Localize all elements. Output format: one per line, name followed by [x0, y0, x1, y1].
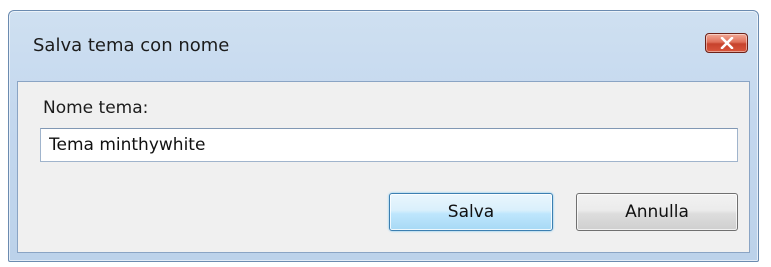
save-button[interactable]: Salva: [389, 193, 553, 231]
save-theme-dialog: Salva tema con nome Nome tema: Salva Ann…: [8, 10, 759, 262]
dialog-body: Nome tema: Salva Annulla: [17, 81, 750, 253]
close-button[interactable]: [705, 33, 748, 53]
dialog-title: Salva tema con nome: [33, 35, 230, 56]
theme-name-input[interactable]: [40, 128, 738, 162]
cancel-button[interactable]: Annulla: [576, 193, 738, 231]
theme-name-label: Nome tema:: [43, 98, 149, 118]
title-bar[interactable]: Salva tema con nome: [9, 11, 758, 77]
close-icon: [720, 37, 733, 49]
